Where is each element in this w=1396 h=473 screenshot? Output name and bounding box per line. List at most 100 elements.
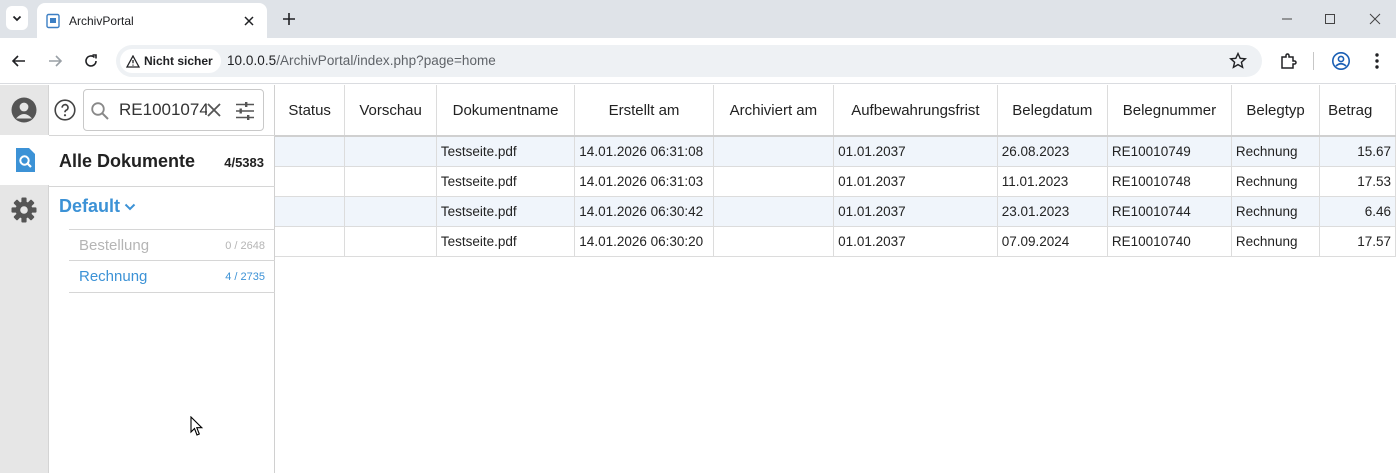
chevron-down-icon (124, 203, 136, 210)
cell-archiviert-am (713, 166, 835, 197)
cell-belegdatum: 11.01.2023 (997, 166, 1108, 197)
doctype-label: Rechnung (79, 268, 148, 285)
filter-panel: RE1001074 Alle Dokumente 4/5383 Default … (49, 85, 275, 473)
profile-button[interactable] (1330, 50, 1352, 72)
table-header-row: Status Vorschau Dokumentname Erstellt am… (275, 85, 1396, 137)
close-icon (244, 15, 254, 26)
cell-vorschau (344, 136, 437, 167)
tab-close-button[interactable] (239, 11, 259, 31)
cell-erstellt-am: 14.01.2026 06:30:42 (574, 196, 714, 227)
browser-menu-button[interactable] (1366, 50, 1388, 72)
cell-erstellt-am: 14.01.2026 06:30:20 (574, 226, 714, 257)
all-documents-count: 4/5383 (224, 155, 264, 170)
cell-status (275, 166, 346, 197)
cell-aufbewahrungsfrist: 01.01.2037 (833, 226, 998, 257)
reload-button[interactable] (79, 49, 103, 73)
window-close-button[interactable] (1364, 8, 1386, 30)
search-input[interactable]: RE1001074 (119, 100, 207, 120)
column-header-erstellt-am[interactable]: Erstellt am (574, 85, 714, 137)
cell-belegnummer: RE10010744 (1107, 196, 1232, 227)
column-header-belegdatum[interactable]: Belegdatum (997, 85, 1108, 137)
security-indicator[interactable]: Nicht sicher (120, 49, 221, 73)
toolbar-separator (1313, 52, 1314, 70)
browser-tab[interactable]: ArchivPortal (37, 3, 267, 38)
rail-settings-button[interactable] (0, 185, 48, 235)
cell-belegnummer: RE10010749 (1107, 136, 1232, 167)
tab-search-button[interactable] (6, 6, 28, 30)
cell-vorschau (344, 196, 437, 227)
group-default-toggle[interactable]: Default (59, 196, 136, 217)
forward-button[interactable] (43, 49, 67, 73)
cell-aufbewahrungsfrist: 01.01.2037 (833, 196, 998, 227)
all-documents-item[interactable]: Alle Dokumente 4/5383 (49, 136, 275, 187)
cell-belegtyp: Rechnung (1231, 166, 1321, 197)
table-row[interactable]: Testseite.pdf 14.01.2026 06:31:08 01.01.… (275, 136, 1396, 167)
column-header-betrag[interactable]: Betrag (1319, 85, 1396, 137)
cell-belegdatum: 26.08.2023 (997, 136, 1108, 167)
doctype-count: 0 / 2648 (225, 240, 265, 252)
back-button[interactable] (7, 49, 31, 73)
help-icon[interactable] (54, 99, 76, 121)
address-bar[interactable]: Nicht sicher 10.0.0.5/ArchivPortal/index… (116, 45, 1262, 77)
cell-belegtyp: Rechnung (1231, 196, 1321, 227)
results-table-container: Status Vorschau Dokumentname Erstellt am… (275, 85, 1396, 473)
column-header-belegnummer[interactable]: Belegnummer (1107, 85, 1232, 137)
rail-user-button[interactable] (0, 85, 48, 135)
user-icon (11, 97, 37, 123)
column-header-dokumentname[interactable]: Dokumentname (436, 85, 576, 137)
bookmark-star-icon[interactable] (1228, 51, 1248, 71)
results-table: Status Vorschau Dokumentname Erstellt am… (275, 85, 1396, 257)
cell-dokumentname: Testseite.pdf (436, 166, 576, 197)
table-row[interactable]: Testseite.pdf 14.01.2026 06:30:42 01.01.… (275, 196, 1396, 227)
cell-status (275, 226, 346, 257)
column-header-archiviert-am[interactable]: Archiviert am (713, 85, 835, 137)
maximize-icon (1325, 14, 1335, 24)
url-path: /ArchivPortal/index.php?page=home (276, 53, 496, 68)
column-header-status[interactable]: Status (275, 85, 346, 137)
table-row[interactable]: Testseite.pdf 14.01.2026 06:31:03 01.01.… (275, 166, 1396, 197)
doctype-item-rechnung[interactable]: Rechnung 4 / 2735 (69, 261, 275, 293)
minimize-icon (1282, 18, 1292, 20)
document-search-icon (15, 148, 35, 172)
clear-icon[interactable] (204, 100, 224, 120)
cell-belegtyp: Rechnung (1231, 136, 1321, 167)
cell-betrag: 15.67 (1319, 136, 1396, 167)
cell-archiviert-am (713, 226, 835, 257)
window-maximize-button[interactable] (1319, 8, 1341, 30)
cell-betrag: 6.46 (1319, 196, 1396, 227)
close-icon (1369, 13, 1381, 25)
cell-belegnummer: RE10010740 (1107, 226, 1232, 257)
cell-betrag: 17.53 (1319, 166, 1396, 197)
column-header-aufbewahrungsfrist[interactable]: Aufbewahrungsfrist (833, 85, 998, 137)
doctype-count: 4 / 2735 (225, 271, 265, 283)
warning-triangle-icon (126, 54, 140, 68)
column-header-vorschau[interactable]: Vorschau (344, 85, 437, 137)
new-tab-button[interactable] (278, 8, 300, 30)
cell-erstellt-am: 14.01.2026 06:31:03 (574, 166, 714, 197)
search-field[interactable]: RE1001074 (83, 89, 264, 131)
table-row[interactable]: Testseite.pdf 14.01.2026 06:30:20 01.01.… (275, 226, 1396, 257)
cell-dokumentname: Testseite.pdf (436, 136, 576, 167)
archiv-portal-app: RE1001074 Alle Dokumente 4/5383 Default … (0, 85, 1396, 473)
extensions-button[interactable] (1277, 50, 1299, 72)
filter-settings-icon[interactable] (234, 100, 256, 122)
arrow-left-icon (11, 55, 25, 67)
cell-vorschau (344, 226, 437, 257)
doctype-item-bestellung[interactable]: Bestellung 0 / 2648 (69, 229, 275, 261)
url-text: 10.0.0.5/ArchivPortal/index.php?page=hom… (227, 53, 496, 68)
chevron-down-icon (12, 15, 22, 22)
url-host: 10.0.0.5 (227, 53, 277, 68)
rail-documents-button[interactable] (0, 135, 49, 185)
window-minimize-button[interactable] (1276, 8, 1298, 30)
mouse-pointer-icon (190, 416, 204, 436)
cell-dokumentname: Testseite.pdf (436, 196, 576, 227)
security-label: Nicht sicher (144, 54, 213, 68)
column-header-belegtyp[interactable]: Belegtyp (1231, 85, 1321, 137)
account-circle-icon (1332, 52, 1350, 70)
tab-title: ArchivPortal (69, 13, 134, 28)
group-label: Default (59, 196, 121, 216)
all-documents-label: Alle Dokumente (59, 151, 196, 171)
cell-archiviert-am (713, 196, 835, 227)
cell-vorschau (344, 166, 437, 197)
cell-dokumentname: Testseite.pdf (436, 226, 576, 257)
